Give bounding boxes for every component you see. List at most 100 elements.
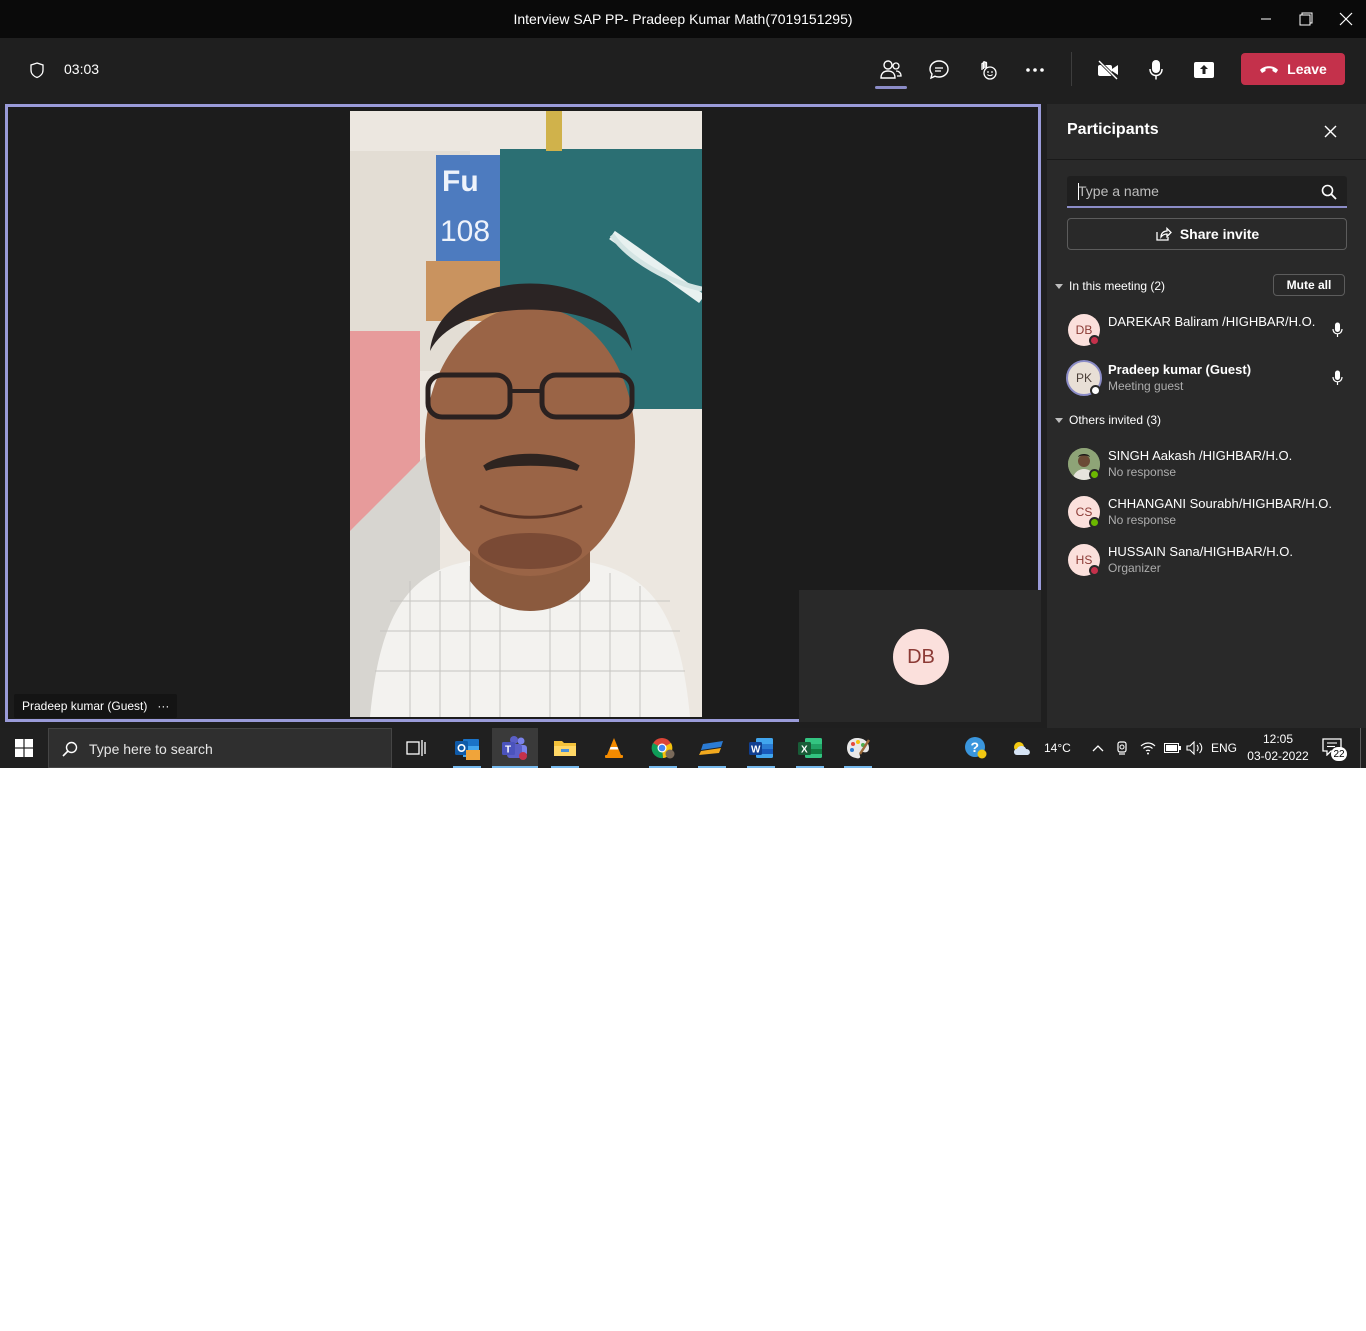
share-invite-button[interactable]: Share invite [1067,218,1347,250]
share-invite-label: Share invite [1179,226,1260,242]
taskbar-app[interactable] [689,728,735,768]
input-language[interactable]: ENG [1208,728,1240,768]
participant-status: No response [1108,465,1177,479]
reactions-button[interactable] [971,54,1003,86]
windows-logo-icon [15,739,33,757]
text-caret [1078,183,1079,200]
panel-close-button[interactable] [1319,120,1341,142]
meeting-toolbar: 03:03 Leave [0,38,1366,102]
taskbar-word[interactable]: W [738,728,784,768]
show-desktop-button[interactable] [1360,728,1361,768]
presence-available-icon [1089,469,1100,480]
taskbar-paint[interactable] [835,728,881,768]
camera-tray-icon [1117,741,1127,755]
running-indicator [551,766,579,768]
participant-name: SINGH Aakash /HIGHBAR/H.O. [1108,448,1293,463]
teams-window: Interview SAP PP- Pradeep Kumar Math(701… [0,0,1366,768]
task-view-icon [406,740,426,756]
battery-icon [1163,743,1181,753]
in-meeting-header[interactable]: In this meeting (2) [1055,279,1165,293]
chevron-down-icon [1055,417,1063,423]
hangup-icon [1260,66,1279,73]
participant-name: CHHANGANI Sourabh/HIGHBAR/H.O. [1108,496,1332,511]
svg-text:X: X [801,745,808,756]
chevron-up-icon [1092,745,1104,752]
camera-toggle-button[interactable] [1092,54,1124,86]
running-indicator [698,766,726,768]
more-actions-button[interactable] [1019,54,1051,86]
volume-tray-button[interactable] [1184,728,1206,768]
participant-row[interactable]: DB DAREKAR Baliram /HIGHBAR/H.O. [1047,308,1366,352]
close-button[interactable] [1326,0,1366,38]
close-icon [1324,125,1336,137]
speaker-name: Pradeep kumar (Guest) [22,699,148,713]
search-icon [62,741,78,757]
participant-row[interactable]: PK Pradeep kumar (Guest) Meeting guest [1047,356,1366,400]
running-indicator [747,766,775,768]
meet-now-tray-button[interactable] [1112,728,1134,768]
taskbar-vlc[interactable] [591,728,637,768]
poster-text-line2: 108 [440,215,490,248]
file-explorer-icon [554,741,576,756]
participant-search [1067,176,1347,208]
outlook-icon [455,739,480,760]
invited-row[interactable]: CS CHHANGANI Sourabh/HIGHBAR/H.O. No res… [1047,490,1366,534]
chat-button[interactable] [923,54,955,86]
temperature: 14°C [1044,741,1071,755]
others-invited-header[interactable]: Others invited (3) [1055,413,1161,427]
show-hidden-icons-button[interactable] [1088,728,1108,768]
running-indicator [844,766,872,768]
task-view-button[interactable] [393,728,439,768]
running-indicator [492,766,538,768]
participant-status: No response [1108,513,1177,527]
speaker-name-tag: Pradeep kumar (Guest) ··· [14,694,178,718]
self-video-tile: DB [799,590,1041,722]
shield-icon [30,62,44,79]
taskbar-chrome[interactable] [640,728,686,768]
notification-count-badge: 22 [1331,747,1347,761]
taskbar-excel[interactable]: X [787,728,833,768]
participant-mic-icon [1329,369,1345,387]
minimize-button[interactable] [1246,0,1286,38]
help-tray-button[interactable]: ? [960,728,992,768]
running-indicator [453,766,481,768]
paint-icon [847,738,871,759]
taskbar-file-explorer[interactable] [542,728,588,768]
participants-panel: Participants Share invite In this meetin… [1047,104,1366,728]
share-icon [1156,226,1172,241]
taskbar-search-placeholder: Type here to search [89,741,213,757]
taskbar-outlook[interactable] [444,728,490,768]
participant-name: DAREKAR Baliram /HIGHBAR/H.O. [1108,314,1316,329]
taskbar-teams[interactable]: T [492,728,538,768]
start-button[interactable] [0,728,48,768]
presence-available-icon [1089,517,1100,528]
mic-toggle-button[interactable] [1140,54,1172,86]
notification-center-button[interactable]: 22 [1322,738,1347,762]
search-icon[interactable] [1320,183,1338,201]
toolbar-divider [1071,52,1072,86]
speaker-more-button[interactable]: ··· [157,699,169,713]
invited-row[interactable]: HS HUSSAIN Sana/HIGHBAR/H.O. Organizer [1047,538,1366,582]
self-avatar: DB [893,629,949,685]
share-screen-icon [1194,62,1214,78]
panel-title: Participants [1067,121,1159,138]
more-icon [1026,68,1044,72]
help-icon: ? [965,737,987,759]
system-clock[interactable]: 12:05 03-02-2022 [1240,731,1316,765]
mute-all-button[interactable]: Mute all [1273,274,1345,296]
taskbar-search-box[interactable]: Type here to search [48,728,392,768]
weather-widget[interactable]: 14°C [1010,728,1082,768]
battery-tray-button[interactable] [1161,728,1183,768]
network-tray-button[interactable] [1137,728,1159,768]
participant-name: Pradeep kumar (Guest) [1108,362,1252,377]
participant-search-input[interactable] [1067,176,1317,206]
share-screen-button[interactable] [1188,54,1220,86]
running-indicator [649,766,677,768]
restore-button[interactable] [1286,0,1326,38]
meeting-info-button[interactable] [21,54,53,86]
reactions-icon [981,61,997,80]
mic-icon [1149,60,1163,80]
invited-row[interactable]: SINGH Aakash /HIGHBAR/H.O. No response [1047,442,1366,486]
participants-button[interactable] [875,54,907,86]
leave-button[interactable]: Leave [1241,53,1345,85]
